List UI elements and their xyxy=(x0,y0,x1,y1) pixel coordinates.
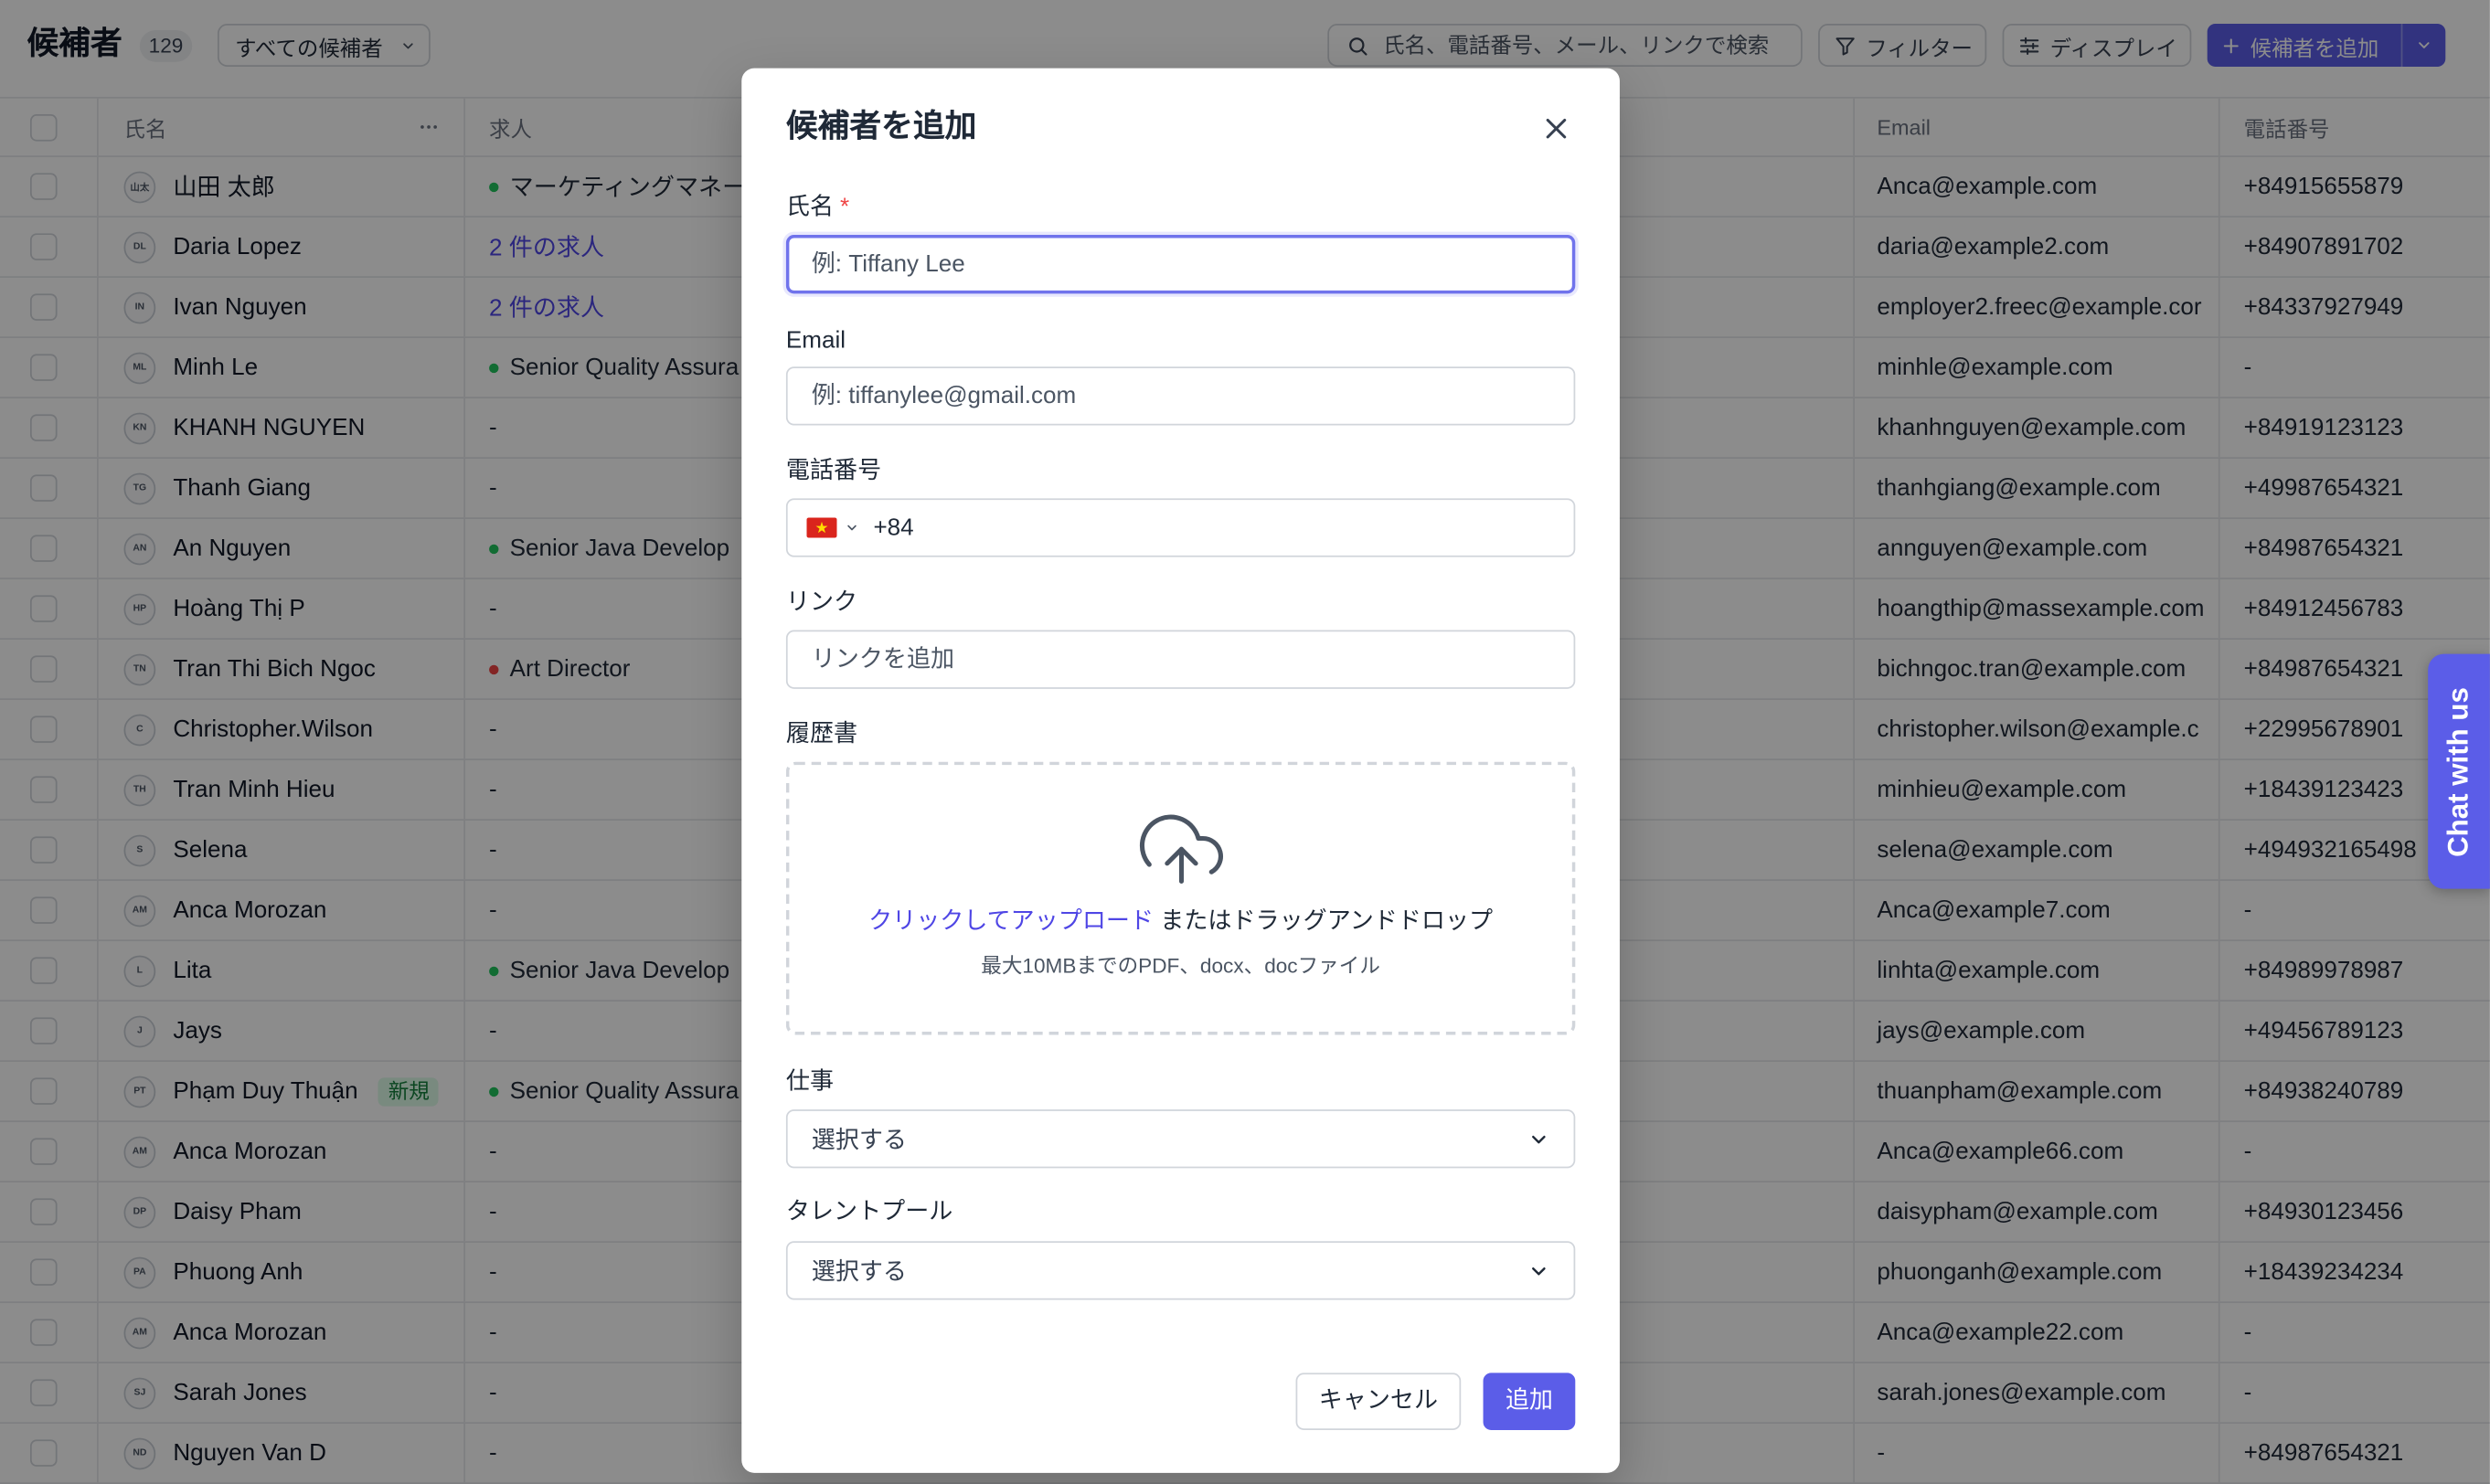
upload-instructions: クリックしてアップロード またはドラッグアンドドロップ xyxy=(789,908,1571,937)
upload-hint: 最大10MBまでのPDF、docx、docファイル xyxy=(981,953,1380,978)
job-field-label: 仕事 xyxy=(785,1067,835,1096)
submit-button[interactable]: 追加 xyxy=(1483,1373,1576,1430)
chevron-down-icon xyxy=(847,525,857,531)
country-code-select[interactable] xyxy=(806,517,858,538)
upload-cloud-icon xyxy=(1139,814,1223,884)
phone-input[interactable] xyxy=(873,514,1509,542)
chevron-down-icon xyxy=(1532,1135,1546,1144)
required-mark: * xyxy=(840,193,850,221)
phone-field-label: 電話番号 xyxy=(785,457,882,484)
job-select[interactable]: 選択する xyxy=(785,1109,1576,1169)
name-field-label: 氏名 * xyxy=(786,194,849,222)
vietnam-flag-icon xyxy=(806,517,837,538)
email-field-label: Email xyxy=(785,326,846,355)
resume-dropzone[interactable]: クリックしてアップロード またはドラッグアンドドロップ 最大10MBまでのPDF… xyxy=(785,761,1576,1035)
app-screen: 候補者 129 すべての候補者 フィルター ディスプレイ 候補者を追加 xyxy=(0,0,2490,1484)
talent-pool-select-value: 選択する xyxy=(811,1258,907,1286)
close-icon xyxy=(1546,118,1567,139)
email-input[interactable] xyxy=(785,366,1576,426)
modal-title: 候補者を追加 xyxy=(785,109,977,145)
resume-field-label: 履歴書 xyxy=(785,720,858,748)
chevron-down-icon xyxy=(1532,1267,1546,1276)
name-label-text: 氏名 xyxy=(785,193,835,221)
chat-widget-button[interactable]: Chat with us xyxy=(2428,653,2490,889)
name-input[interactable] xyxy=(785,235,1576,294)
talent-pool-select[interactable]: 選択する xyxy=(785,1241,1576,1300)
upload-drag-text: またはドラッグアンドドロップ xyxy=(1154,907,1494,936)
upload-link[interactable]: クリックしてアップロード xyxy=(868,908,1154,936)
chat-widget-label: Chat with us xyxy=(2442,686,2474,857)
talent-pool-field-label: タレントプール xyxy=(785,1198,953,1225)
link-input[interactable] xyxy=(785,630,1576,689)
add-candidate-modal: 候補者を追加 氏名* Email 電話番号 リンク 履歴書 クリックしてアップロ… xyxy=(741,68,1620,1473)
job-select-value: 選択する xyxy=(811,1127,907,1154)
phone-field[interactable] xyxy=(785,498,1576,557)
link-field-label: リンク xyxy=(785,588,858,616)
cancel-button[interactable]: キャンセル xyxy=(1295,1373,1462,1430)
close-button[interactable] xyxy=(1544,116,1570,142)
